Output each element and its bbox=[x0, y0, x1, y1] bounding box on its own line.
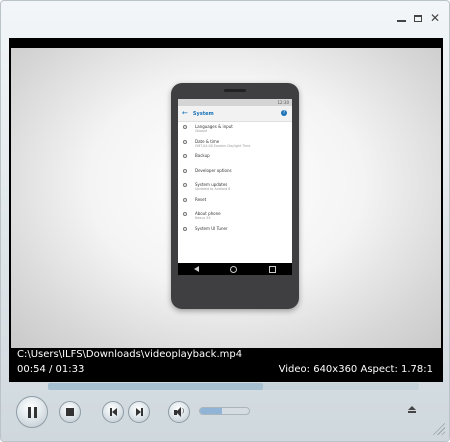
settings-item: About phone Nexus 5X bbox=[178, 209, 292, 224]
eject-icon bbox=[408, 405, 416, 410]
back-arrow-icon: ← bbox=[182, 109, 188, 117]
file-path-label: C:\Users\ILFS\Downloads\videoplayback.mp… bbox=[17, 349, 243, 360]
nav-back-icon bbox=[193, 266, 199, 272]
close-icon: ✕ bbox=[429, 11, 441, 25]
phone-speaker bbox=[224, 89, 246, 92]
settings-item-icon bbox=[183, 226, 187, 231]
seek-bar-fill bbox=[48, 383, 264, 390]
volume-slider[interactable] bbox=[199, 407, 250, 415]
close-button[interactable]: ✕ bbox=[428, 11, 442, 25]
phone-status-time: 12:30 bbox=[277, 100, 289, 105]
settings-item: System updates Updated to Android 8 bbox=[178, 180, 292, 195]
minimize-button[interactable] bbox=[394, 11, 408, 25]
settings-item: Backup bbox=[178, 151, 292, 166]
media-player-window: ✕ 12:30 ← System ? Languages & input Gbo… bbox=[0, 0, 450, 442]
previous-button[interactable] bbox=[102, 401, 124, 423]
settings-item: Date & time GMT-04:00 Eastern Daylight T… bbox=[178, 137, 292, 152]
help-icon: ? bbox=[281, 110, 287, 116]
nav-home-icon bbox=[230, 265, 238, 273]
settings-list: Languages & input Gboard Date & time GMT… bbox=[178, 122, 292, 238]
settings-item-title: Backup bbox=[195, 153, 210, 158]
settings-item-title: Reset bbox=[195, 196, 207, 202]
settings-item-icon bbox=[183, 125, 187, 129]
resize-grip[interactable] bbox=[431, 421, 445, 435]
phone-status-bar: 12:30 bbox=[178, 99, 292, 106]
settings-item: Reset bbox=[178, 195, 292, 210]
settings-item-subtitle: GMT-04:00 Eastern Daylight Time bbox=[195, 143, 251, 148]
video-area[interactable]: 12:30 ← System ? Languages & input Gboar… bbox=[9, 38, 443, 382]
settings-item-subtitle: Gboard bbox=[195, 129, 208, 133]
pause-icon bbox=[27, 406, 37, 418]
title-bar[interactable]: ✕ bbox=[1, 1, 450, 35]
settings-item-icon bbox=[183, 197, 187, 202]
settings-item-subtitle: Updated to Android 8 bbox=[195, 187, 231, 191]
seek-bar[interactable] bbox=[48, 383, 419, 390]
phone-app-bar: ← System ? bbox=[178, 106, 292, 122]
video-info-label: Video: 640x360 Aspect: 1.78:1 bbox=[278, 364, 433, 375]
phone-image: 12:30 ← System ? Languages & input Gboar… bbox=[171, 83, 299, 309]
time-display: 00:54 / 01:33 bbox=[17, 364, 85, 375]
skip-previous-icon bbox=[109, 408, 117, 416]
open-file-button[interactable] bbox=[405, 402, 419, 416]
skip-next-icon bbox=[135, 408, 143, 416]
mute-button[interactable]: ) bbox=[168, 401, 190, 423]
next-button[interactable] bbox=[128, 401, 150, 423]
settings-item-title: System UI Tuner bbox=[195, 225, 228, 231]
settings-item: System UI Tuner bbox=[178, 224, 292, 239]
stop-button[interactable] bbox=[59, 401, 81, 423]
settings-item-icon bbox=[183, 212, 187, 216]
minimize-icon bbox=[396, 20, 406, 22]
pause-button[interactable] bbox=[16, 396, 48, 428]
maximize-button[interactable] bbox=[411, 11, 425, 25]
phone-screen: 12:30 ← System ? Languages & input Gboar… bbox=[178, 99, 292, 275]
settings-item-icon bbox=[183, 168, 187, 173]
settings-item-title: Developer options bbox=[195, 167, 232, 173]
settings-item: Developer options bbox=[178, 166, 292, 181]
speaker-icon: ) bbox=[173, 407, 184, 417]
settings-item: Languages & input Gboard bbox=[178, 122, 292, 137]
volume-slider-fill bbox=[200, 408, 223, 414]
settings-item-subtitle: Nexus 5X bbox=[195, 216, 211, 220]
stop-icon bbox=[66, 408, 74, 416]
settings-item-icon bbox=[183, 154, 187, 158]
phone-screen-title: System bbox=[192, 110, 214, 117]
settings-item-icon bbox=[183, 139, 187, 144]
nav-recents-icon bbox=[269, 265, 277, 273]
maximize-icon bbox=[414, 14, 422, 22]
video-frame: 12:30 ← System ? Languages & input Gboar… bbox=[11, 48, 441, 348]
phone-nav-bar bbox=[178, 263, 292, 275]
settings-item-icon bbox=[183, 183, 187, 187]
